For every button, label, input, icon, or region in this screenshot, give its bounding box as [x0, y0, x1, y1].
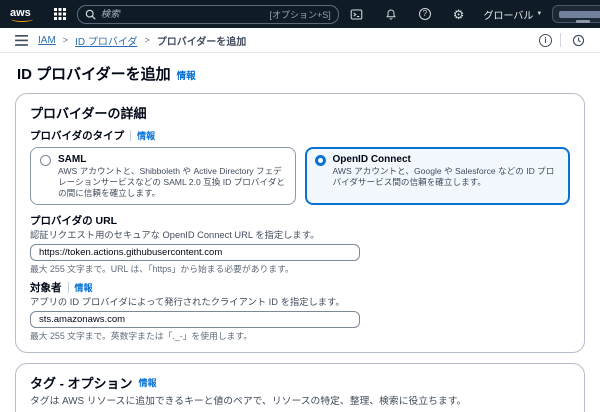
page-info-link[interactable]: 情報: [177, 68, 196, 82]
hamburger-menu-icon[interactable]: [12, 35, 31, 46]
saml-option-tile[interactable]: SAML AWS アカウントと、Shibboleth や Active Dire…: [30, 147, 296, 205]
cloudshell-icon[interactable]: [347, 8, 366, 21]
provider-url-constraint: 最大 255 文字まで。URL は、「https」から始まる必要があります。: [30, 264, 570, 275]
tags-heading: タグ - オプション: [30, 373, 133, 392]
breadcrumb-separator: >: [144, 35, 149, 45]
history-clock-icon[interactable]: [569, 34, 588, 47]
audience-input[interactable]: [30, 311, 360, 328]
help-icon[interactable]: ?: [416, 8, 434, 20]
account-name-redacted: [559, 11, 600, 18]
region-label: グローバル: [483, 7, 533, 22]
question-glyph: ?: [419, 8, 431, 20]
divider: [68, 282, 69, 293]
notifications-bell-icon[interactable]: [382, 8, 400, 21]
breadcrumb-bar: IAM > ID プロバイダ > プロバイダーを追加 i: [0, 28, 600, 53]
provider-url-field: プロバイダの URL 認証リクエスト用のセキュアな OpenID Connect…: [30, 213, 570, 275]
info-panel-icon[interactable]: i: [539, 34, 552, 47]
divider: [560, 33, 561, 47]
top-navigation-bar: aws [オプション+S]: [0, 0, 600, 28]
openid-connect-option-tile[interactable]: OpenID Connect AWS アカウントと、Google や Sales…: [305, 147, 571, 205]
tags-info-link[interactable]: 情報: [139, 376, 157, 389]
provider-url-label: プロバイダの URL: [30, 213, 117, 228]
tags-card: タグ - オプション 情報 タグは AWS リソースに追加できるキーと値のペアで…: [15, 363, 585, 412]
redacted-detail: [576, 20, 590, 23]
grid-glyph: [54, 8, 66, 20]
main-content: ID プロバイダーを追加 情報 プロバイダーの詳細 プロバイダのタイプ 情報 S…: [0, 53, 600, 412]
openid-connect-option-title: OpenID Connect: [333, 153, 561, 166]
provider-details-heading: プロバイダーの詳細: [30, 103, 570, 122]
saml-option-description: AWS アカウントと、Shibboleth や Active Directory…: [58, 166, 286, 199]
openid-connect-option-description: AWS アカウントと、Google や Salesforce などの ID プロ…: [333, 166, 561, 188]
audience-info-link[interactable]: 情報: [75, 281, 93, 294]
breadcrumb-idp-link[interactable]: ID プロバイダ: [75, 33, 137, 48]
page-title: ID プロバイダーを追加: [17, 63, 171, 84]
saml-radio[interactable]: [40, 155, 51, 166]
settings-gear-icon[interactable]: ⚙: [450, 8, 468, 21]
global-search[interactable]: [オプション+S]: [77, 5, 339, 24]
audience-label: 対象者: [30, 280, 62, 295]
provider-url-input[interactable]: [30, 244, 360, 261]
provider-url-description: 認証リクエスト用のセキュアな OpenID Connect URL を指定します…: [30, 229, 570, 241]
gear-glyph: ⚙: [453, 8, 465, 21]
breadcrumb-iam-link[interactable]: IAM: [38, 35, 56, 46]
tags-description: タグは AWS リソースに追加できるキーと値のペアで、リソースの特定、整理、検索…: [30, 395, 570, 408]
audience-description: アプリの ID プロバイダによって発行されたクライアント ID を指定します。: [30, 296, 570, 308]
search-shortcut-hint: [オプション+S]: [270, 8, 331, 21]
search-icon: [85, 9, 96, 20]
openid-connect-radio[interactable]: [315, 155, 326, 166]
chevron-down-icon: ▼: [536, 11, 542, 17]
terminal-glyph: [350, 8, 363, 21]
bell-glyph: [385, 8, 397, 21]
breadcrumb-separator: >: [63, 35, 68, 45]
audience-constraint: 最大 255 文字まで。英数字または「._-」を使用します。: [30, 331, 570, 342]
audience-field: 対象者 情報 アプリの ID プロバイダによって発行されたクライアント ID を…: [30, 280, 570, 342]
breadcrumb-current-page: プロバイダーを追加: [157, 33, 247, 48]
apps-grid-icon[interactable]: [51, 8, 69, 20]
aws-console-window: aws [オプション+S]: [0, 0, 600, 412]
provider-type-tiles: SAML AWS アカウントと、Shibboleth や Active Dire…: [30, 147, 570, 205]
hamburger-glyph: [15, 35, 28, 46]
search-input[interactable]: [101, 9, 265, 20]
clock-glyph: [572, 34, 585, 47]
saml-option-title: SAML: [58, 153, 286, 166]
divider: [130, 130, 131, 141]
region-selector[interactable]: グローバル ▼: [483, 7, 542, 22]
aws-logo[interactable]: aws: [8, 7, 35, 22]
provider-details-card: プロバイダーの詳細 プロバイダのタイプ 情報 SAML AWS アカウントと、S…: [15, 93, 585, 353]
provider-type-label: プロバイダのタイプ: [30, 128, 124, 143]
provider-type-info-link[interactable]: 情報: [137, 129, 155, 142]
